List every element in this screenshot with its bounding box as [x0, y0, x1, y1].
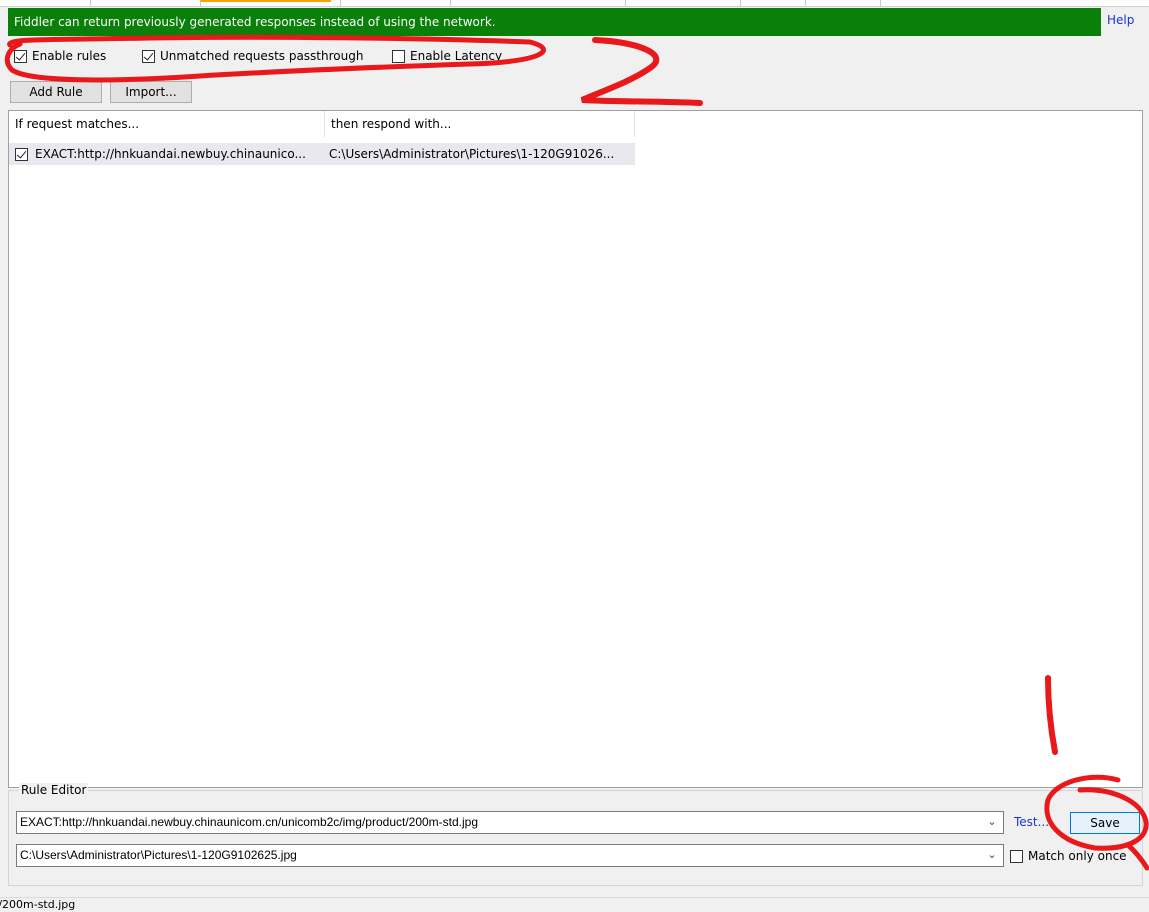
annotation-number-1 — [1045, 675, 1058, 755]
annotation-number-2 — [580, 37, 703, 106]
annotation-overlay — [4, 34, 1149, 871]
annotation-loop-options — [4, 34, 546, 83]
annotation-tail — [1125, 842, 1149, 871]
annotation-loop-save — [1044, 774, 1149, 851]
